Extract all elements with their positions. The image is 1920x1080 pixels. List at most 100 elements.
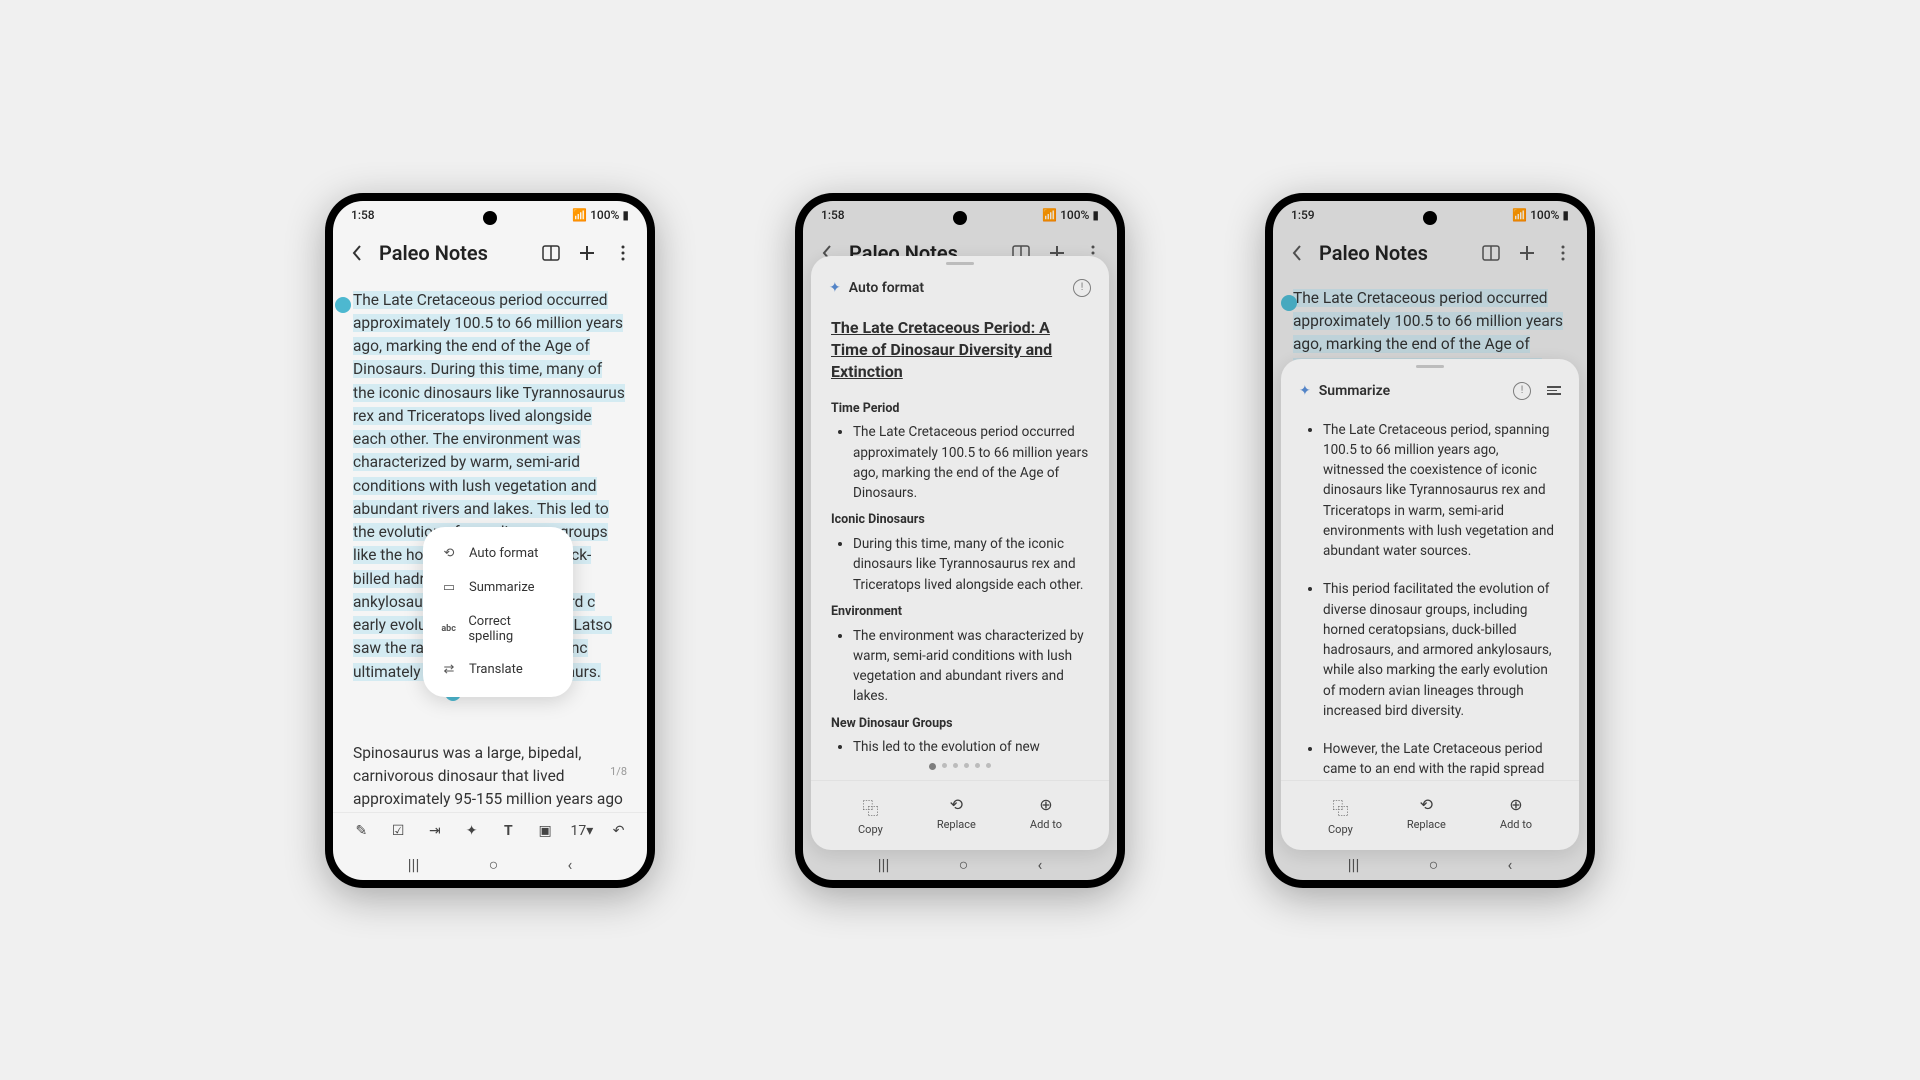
- info-button[interactable]: !: [1513, 382, 1531, 400]
- status-time: 1:58: [351, 208, 375, 222]
- selection-handle-start[interactable]: [1281, 295, 1297, 311]
- more-button[interactable]: [609, 239, 637, 267]
- add-to-button[interactable]: ⊕ Add to: [1500, 795, 1532, 836]
- camera-hole: [1423, 211, 1437, 225]
- ctx-correct-spelling[interactable]: abc Correct spelling: [423, 605, 573, 653]
- sparkle-icon: ✦: [829, 280, 841, 296]
- auto-format-icon: ⟲: [441, 546, 457, 562]
- battery-label: 100%: [1530, 208, 1559, 222]
- system-nav: ||| ○ ‹: [803, 850, 1117, 880]
- panel-actions: ⿻Copy ⟲Replace ⊕Add to: [811, 780, 1109, 850]
- panel-title: Summarize: [1319, 383, 1505, 399]
- spelling-icon: abc: [441, 621, 456, 637]
- wifi-icon: 📶: [572, 208, 587, 222]
- dot[interactable]: [953, 763, 958, 768]
- add-button[interactable]: [573, 239, 601, 267]
- add-to-label: Add to: [1030, 818, 1062, 831]
- ctx-translate[interactable]: ⇄ Translate: [423, 653, 573, 687]
- back-button[interactable]: [1283, 239, 1311, 267]
- ctx-auto-format[interactable]: ⟲Auto format: [423, 537, 573, 571]
- info-button[interactable]: !: [1073, 279, 1091, 297]
- nav-recents[interactable]: |||: [878, 855, 890, 874]
- app-header: Paleo Notes: [333, 229, 647, 277]
- panel-actions: ⿻ Copy ⟲Replace ⊕ Add to: [1281, 780, 1579, 850]
- reader-mode-button[interactable]: [537, 239, 565, 267]
- nav-back[interactable]: ‹: [1038, 855, 1043, 874]
- note-content[interactable]: The Late Cretaceous period occurred appr…: [333, 277, 647, 880]
- battery-icon: ▮: [1092, 208, 1099, 222]
- add-to-button[interactable]: ⊕Add to: [1030, 795, 1062, 836]
- more-button[interactable]: [1549, 239, 1577, 267]
- settings-icon[interactable]: [1547, 386, 1561, 395]
- format-tool[interactable]: ⇥: [423, 819, 447, 843]
- status-right: 📶 100% ▮: [572, 208, 629, 222]
- status-right: 📶 100% ▮: [1042, 208, 1099, 222]
- section-heading: Time Period: [831, 400, 1089, 419]
- nav-recents[interactable]: |||: [1348, 855, 1360, 874]
- add-to-icon: ⊕: [1509, 795, 1522, 814]
- page-title: Paleo Notes: [379, 241, 529, 265]
- nav-recents[interactable]: |||: [408, 855, 420, 874]
- summary-bullet: However, the Late Cretaceous period came…: [1323, 739, 1559, 780]
- section-heading: Iconic Dinosaurs: [831, 511, 1089, 530]
- ai-context-menu: ⟲Auto format ▭Summarize abc Correct spell…: [423, 527, 573, 697]
- phone-3: 1:59 📶 100% ▮ Paleo Notes The Late Creta…: [1265, 193, 1595, 888]
- status-time: 1:58: [821, 208, 845, 222]
- nav-home[interactable]: ○: [959, 855, 969, 875]
- panel-body[interactable]: The Late Cretaceous period, spanning 100…: [1281, 414, 1579, 780]
- panel-body[interactable]: The Late Cretaceous Period: A Time of Di…: [811, 311, 1109, 753]
- wifi-icon: 📶: [1512, 208, 1527, 222]
- status-right: 📶 100% ▮: [1512, 208, 1569, 222]
- font-size-dropdown[interactable]: 17 ▾: [570, 819, 594, 843]
- back-button[interactable]: [343, 239, 371, 267]
- pen-tool[interactable]: ✎: [349, 819, 373, 843]
- translate-icon: ⇄: [441, 662, 457, 678]
- ctx-summarize-label: Summarize: [469, 580, 535, 595]
- dot[interactable]: [942, 763, 947, 768]
- copy-button[interactable]: ⿻Copy: [858, 795, 883, 836]
- battery-label: 100%: [1060, 208, 1089, 222]
- summary-bullet: The Late Cretaceous period, spanning 100…: [1323, 420, 1559, 562]
- replace-icon: ⟲: [1420, 795, 1433, 814]
- nav-back[interactable]: ‹: [568, 855, 573, 874]
- note-paragraph-2[interactable]: Spinosaurus was a large, bipedal, carniv…: [333, 732, 647, 822]
- copy-label: Copy: [858, 823, 883, 836]
- wifi-icon: 📶: [1042, 208, 1057, 222]
- add-button[interactable]: [1513, 239, 1541, 267]
- auto-format-panel: ✦ Auto format ! The Late Cretaceous Peri…: [811, 256, 1109, 850]
- page-indicator: 1/8: [610, 765, 627, 778]
- battery-icon: ▮: [1562, 208, 1569, 222]
- add-to-label: Add to: [1500, 818, 1532, 831]
- text-style-tool[interactable]: T: [496, 819, 520, 843]
- checkbox-tool[interactable]: ☑: [386, 819, 410, 843]
- system-nav: ||| ○ ‹: [1273, 850, 1587, 880]
- nav-home[interactable]: ○: [489, 855, 499, 875]
- reader-mode-button[interactable]: [1477, 239, 1505, 267]
- nav-home[interactable]: ○: [1429, 855, 1439, 875]
- replace-button[interactable]: ⟲Replace: [1407, 795, 1446, 836]
- replace-label: Replace: [937, 818, 976, 831]
- nav-back[interactable]: ‹: [1508, 855, 1513, 874]
- undo-button[interactable]: ↶: [607, 819, 631, 843]
- ctx-summarize[interactable]: ▭Summarize: [423, 571, 573, 605]
- font-size-value: 17: [570, 823, 586, 839]
- dot-active[interactable]: [929, 763, 936, 770]
- copy-button[interactable]: ⿻ Copy: [1328, 795, 1353, 836]
- insert-tool[interactable]: ▣: [533, 819, 557, 843]
- ctx-spelling-label: Correct spelling: [468, 614, 555, 644]
- dot[interactable]: [964, 763, 969, 768]
- selection-handle-start[interactable]: [335, 297, 351, 313]
- section-heading: Environment: [831, 603, 1089, 622]
- section-bullet: During this time, many of the iconic din…: [853, 534, 1089, 595]
- replace-button[interactable]: ⟲Replace: [937, 795, 976, 836]
- dot[interactable]: [986, 763, 991, 768]
- summarize-panel: ✦ Summarize ! The Late Cretaceous period…: [1281, 359, 1579, 850]
- copy-icon: ⿻: [1332, 795, 1348, 819]
- section-bullet: This led to the evolution of new dinosau…: [853, 737, 1089, 752]
- copy-label: Copy: [1328, 823, 1353, 836]
- page-title: Paleo Notes: [1319, 241, 1469, 265]
- ctx-translate-label: Translate: [469, 662, 523, 677]
- dot[interactable]: [975, 763, 980, 768]
- ai-sparkle-tool[interactable]: ✦: [460, 819, 484, 843]
- status-time: 1:59: [1291, 208, 1315, 222]
